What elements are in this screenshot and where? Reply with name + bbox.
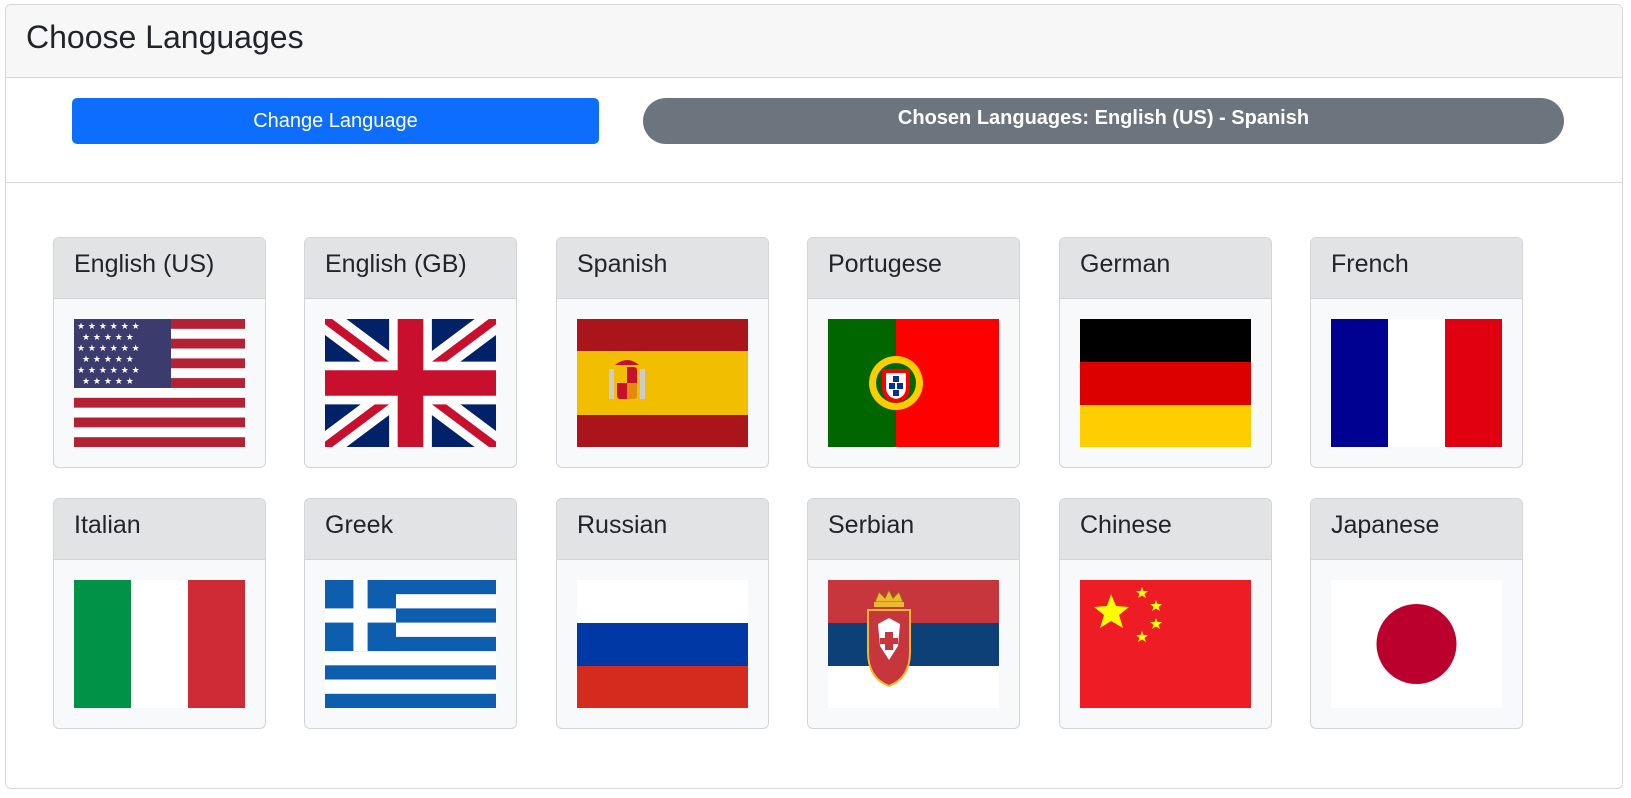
portugal-flag-icon <box>828 319 999 447</box>
language-card-english-gb[interactable]: English (GB) <box>304 237 517 468</box>
toolbar: Change Language Chosen Languages: Englis… <box>6 78 1622 183</box>
language-card-serbian[interactable]: Serbian <box>807 498 1020 729</box>
language-name: Portugese <box>808 238 1019 299</box>
russia-flag-icon <box>577 580 748 708</box>
language-card-portugese[interactable]: Portugese <box>807 237 1020 468</box>
chosen-languages-badge: Chosen Languages: English (US) - Spanish <box>643 98 1564 144</box>
language-chooser-panel: Choose Languages Change Language Chosen … <box>5 4 1623 789</box>
language-card-italian[interactable]: Italian <box>53 498 266 729</box>
svg-text:★ ★ ★ ★ ★ ★: ★ ★ ★ ★ ★ ★ <box>77 344 140 354</box>
language-card-greek[interactable]: Greek <box>304 498 517 729</box>
svg-text:★ ★ ★ ★ ★: ★ ★ ★ ★ ★ <box>82 377 134 387</box>
language-name: English (US) <box>54 238 265 299</box>
panel-header: Choose Languages <box>6 5 1622 78</box>
language-card-german[interactable]: German <box>1059 237 1272 468</box>
change-language-button[interactable]: Change Language <box>72 98 599 144</box>
language-card-spanish[interactable]: Spanish <box>556 237 769 468</box>
china-flag-icon <box>1080 580 1251 708</box>
language-card-japanese[interactable]: Japanese <box>1310 498 1523 729</box>
japan-flag-icon <box>1331 580 1502 708</box>
language-card-russian[interactable]: Russian <box>556 498 769 729</box>
language-name: Chinese <box>1060 499 1271 560</box>
svg-text:★ ★ ★ ★ ★ ★: ★ ★ ★ ★ ★ ★ <box>77 366 140 376</box>
language-name: Japanese <box>1311 499 1522 560</box>
language-name: Italian <box>54 499 265 560</box>
svg-text:★ ★ ★ ★ ★ ★: ★ ★ ★ ★ ★ ★ <box>77 322 140 332</box>
greece-flag-icon <box>325 580 496 708</box>
uk-flag-icon <box>325 319 496 447</box>
language-name: English (GB) <box>305 238 516 299</box>
france-flag-icon <box>1331 319 1502 447</box>
language-card-chinese[interactable]: Chinese <box>1059 498 1272 729</box>
usa-flag-icon: ★ ★ ★ ★ ★ ★ ★ ★ ★ ★ ★ ★ ★ ★ ★ ★ ★ ★ ★ ★ … <box>74 319 245 447</box>
svg-text:★ ★ ★ ★ ★: ★ ★ ★ ★ ★ <box>82 355 134 365</box>
language-name: Greek <box>305 499 516 560</box>
page-title: Choose Languages <box>26 19 304 55</box>
language-name: French <box>1311 238 1522 299</box>
language-name: Russian <box>557 499 768 560</box>
chosen-languages-label: Chosen Languages: English (US) - Spanish <box>897 107 1310 129</box>
language-name: Spanish <box>557 238 768 299</box>
language-card-french[interactable]: French <box>1310 237 1523 468</box>
italy-flag-icon <box>74 580 245 708</box>
language-name: German <box>1060 238 1271 299</box>
language-card-english-us[interactable]: English (US) ★ ★ ★ ★ ★ ★ ★ ★ ★ ★ ★ ★ ★ ★… <box>53 237 266 468</box>
language-name: Serbian <box>808 499 1019 560</box>
germany-flag-icon <box>1080 319 1251 447</box>
svg-text:★ ★ ★ ★ ★: ★ ★ ★ ★ ★ <box>82 333 134 343</box>
serbia-flag-icon <box>828 580 999 708</box>
spain-flag-icon <box>577 319 748 447</box>
